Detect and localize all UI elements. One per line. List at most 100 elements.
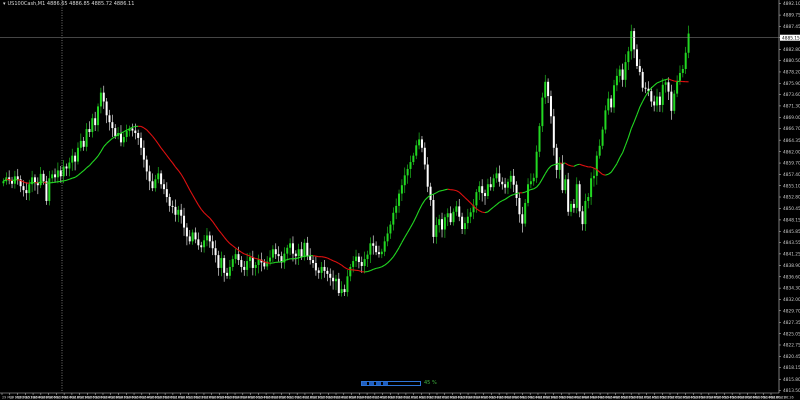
candle-body — [45, 181, 48, 201]
candle-body — [111, 122, 114, 129]
candle-body — [68, 162, 71, 169]
candle-body — [455, 206, 458, 212]
candle-body — [635, 49, 638, 67]
price-chart[interactable]: 4892.10 4889.75 4887.45 4885.15 4882.80 4880.… — [0, 0, 800, 400]
moving-average-segment — [662, 79, 666, 81]
moving-average-segment — [272, 261, 276, 264]
candle-body — [392, 212, 395, 225]
moving-average-segment — [576, 163, 580, 166]
candle-body — [208, 235, 211, 242]
candle-body — [303, 242, 306, 258]
moving-average-segment — [347, 268, 351, 271]
candle-body — [59, 170, 62, 177]
candle-body — [418, 139, 421, 146]
moving-average-segment — [453, 189, 457, 192]
candle-body — [185, 227, 188, 237]
candle-body — [42, 173, 45, 182]
candle-body — [592, 175, 595, 179]
candle-body — [524, 202, 527, 224]
candle-body — [412, 155, 415, 163]
candle-body — [306, 242, 309, 257]
candle-body — [140, 137, 143, 148]
candle-body — [300, 249, 303, 258]
moving-average-segment — [430, 193, 434, 196]
y-tick-label: 4836.60 — [783, 274, 800, 280]
candle-body — [670, 91, 673, 111]
candle-body — [309, 256, 312, 261]
candle-body — [134, 130, 137, 134]
candle-body — [237, 254, 240, 261]
candle-body — [621, 69, 624, 80]
y-tick-label: 4820.45 — [783, 354, 800, 360]
candle-body — [343, 289, 346, 293]
candle-body — [297, 249, 300, 257]
moving-average-segment — [315, 255, 319, 258]
moving-average-segment — [484, 211, 489, 214]
y-tick-label: 4818.15 — [783, 365, 800, 371]
moving-average-segment — [29, 182, 33, 184]
moving-average-segment — [522, 191, 526, 194]
candle-body — [380, 251, 383, 255]
candle-body — [231, 259, 234, 267]
candle-body — [226, 272, 229, 276]
candle-body — [360, 262, 363, 266]
candle-body — [570, 203, 573, 212]
candle-body — [515, 184, 518, 199]
candle-body — [549, 96, 552, 117]
candle-body — [334, 278, 337, 282]
moving-average-segment — [278, 261, 282, 263]
candle-body — [478, 186, 481, 193]
y-tick-label: 4880.50 — [783, 58, 800, 64]
moving-average-segment — [324, 256, 328, 259]
candle-body — [618, 69, 621, 76]
candle-body — [274, 249, 277, 255]
candle-body — [346, 276, 349, 293]
candle-body — [223, 258, 226, 273]
candle-body — [246, 261, 249, 270]
candle-body — [16, 176, 19, 180]
moving-average-segment — [674, 80, 678, 83]
candle-body — [398, 193, 401, 206]
symbol-header: ▾ US100Cash,M1 4886.65 4886.85 4885.72 48… — [3, 1, 134, 7]
candle-body — [314, 263, 317, 271]
candle-body — [590, 178, 593, 198]
candle-body — [51, 174, 54, 179]
candle-body — [317, 270, 320, 273]
candle-body — [349, 266, 352, 277]
candle-body — [489, 184, 492, 188]
y-tick-label: 4825.05 — [783, 331, 800, 337]
candle-body — [595, 155, 598, 176]
candle-body — [400, 185, 403, 194]
candle-body — [363, 259, 366, 266]
triangle-down-icon[interactable]: ▾ — [3, 1, 6, 7]
y-tick-label: 4834.30 — [783, 286, 800, 292]
candle-body — [177, 209, 180, 215]
candle-body — [532, 177, 535, 182]
candle-body — [501, 181, 504, 185]
candle-body — [684, 52, 687, 69]
candle-body — [667, 82, 670, 92]
candle-body — [62, 166, 65, 177]
candle-body — [495, 173, 498, 179]
candle-body — [633, 31, 636, 50]
candle-body — [486, 184, 489, 197]
candle-body — [99, 92, 102, 107]
candle-body — [403, 175, 406, 186]
candle-body — [243, 266, 246, 270]
candle-body — [131, 128, 134, 131]
candle-body — [377, 252, 380, 255]
candle-body — [624, 62, 627, 80]
moving-average-segment — [37, 181, 41, 184]
candle-body — [148, 171, 151, 182]
candle-body — [661, 84, 664, 105]
candle-body — [386, 233, 389, 242]
moving-average-segment — [54, 181, 59, 183]
candle-body — [518, 198, 521, 215]
candle-body — [332, 277, 335, 282]
candle-body — [572, 203, 575, 208]
candle-body — [54, 174, 57, 178]
candle-body — [137, 133, 140, 138]
candle-body — [544, 81, 547, 98]
candle-body — [630, 31, 633, 52]
x-tick-label: 30 Mar 06:26 — [771, 396, 794, 400]
